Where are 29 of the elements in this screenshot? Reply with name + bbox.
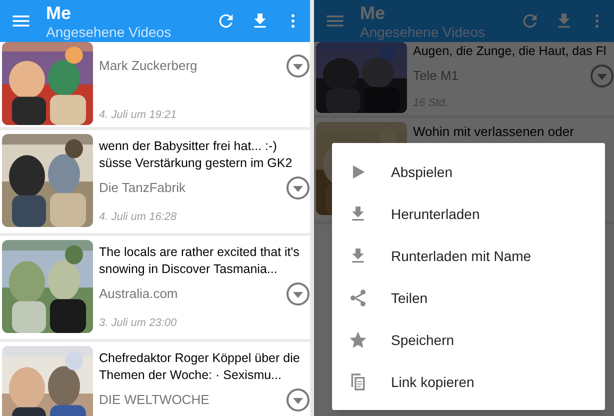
screen-subtitle: Angesehene Videos (360, 24, 486, 38)
screen-title: Me (46, 4, 72, 22)
menu-item[interactable]: Link kopieren (332, 361, 605, 403)
share-icon (348, 288, 368, 308)
channel-name: DIE WELTWOCHE (99, 391, 210, 410)
star-icon (348, 330, 368, 350)
video-title[interactable]: wenn der Babysitter frei hat... :-) süsse Verstärkung gestern im GK2 (99, 138, 310, 172)
video-time: 3. Juli um 23:00 (99, 316, 178, 330)
menu-item[interactable]: Runterladen mit Name (332, 235, 605, 277)
video-title[interactable]: Wohin mit verlassenen oder (413, 123, 614, 140)
channel-name: Australia.com (99, 285, 178, 304)
dropdown-circle-icon[interactable] (286, 176, 310, 200)
menu-item[interactable]: Teilen (332, 277, 605, 319)
video-title[interactable]: Augen, die Zunge, die Haut, das Fl (413, 43, 614, 60)
menu-item[interactable]: Herunterladen (332, 193, 605, 235)
menu-item[interactable]: Speichern (332, 319, 605, 361)
channel-name: Mark Zuckerberg (99, 57, 198, 76)
dropdown-circle-icon[interactable] (286, 282, 310, 306)
video-time: 4. Juli um 19:21 (99, 108, 178, 122)
dropdown-circle-icon[interactable] (590, 64, 614, 88)
menu-item[interactable]: Abspielen (332, 151, 605, 193)
screen-title: Me (360, 4, 386, 22)
dropdown-circle-icon[interactable] (286, 388, 310, 412)
channel-name: Die TanzFabrik (99, 179, 186, 198)
video-title[interactable]: Chefredaktor Roger Köppel über die Themen der Woche: · Sexismu... (99, 350, 310, 384)
video-time: 4. Juli um 16:28 (99, 210, 178, 224)
screen-subtitle: Angesehene Videos (46, 24, 172, 38)
video-title[interactable]: The locals are rather excited that it's snowing in Discover Tasmania... (99, 244, 310, 278)
dropdown-circle-icon[interactable] (286, 54, 310, 78)
